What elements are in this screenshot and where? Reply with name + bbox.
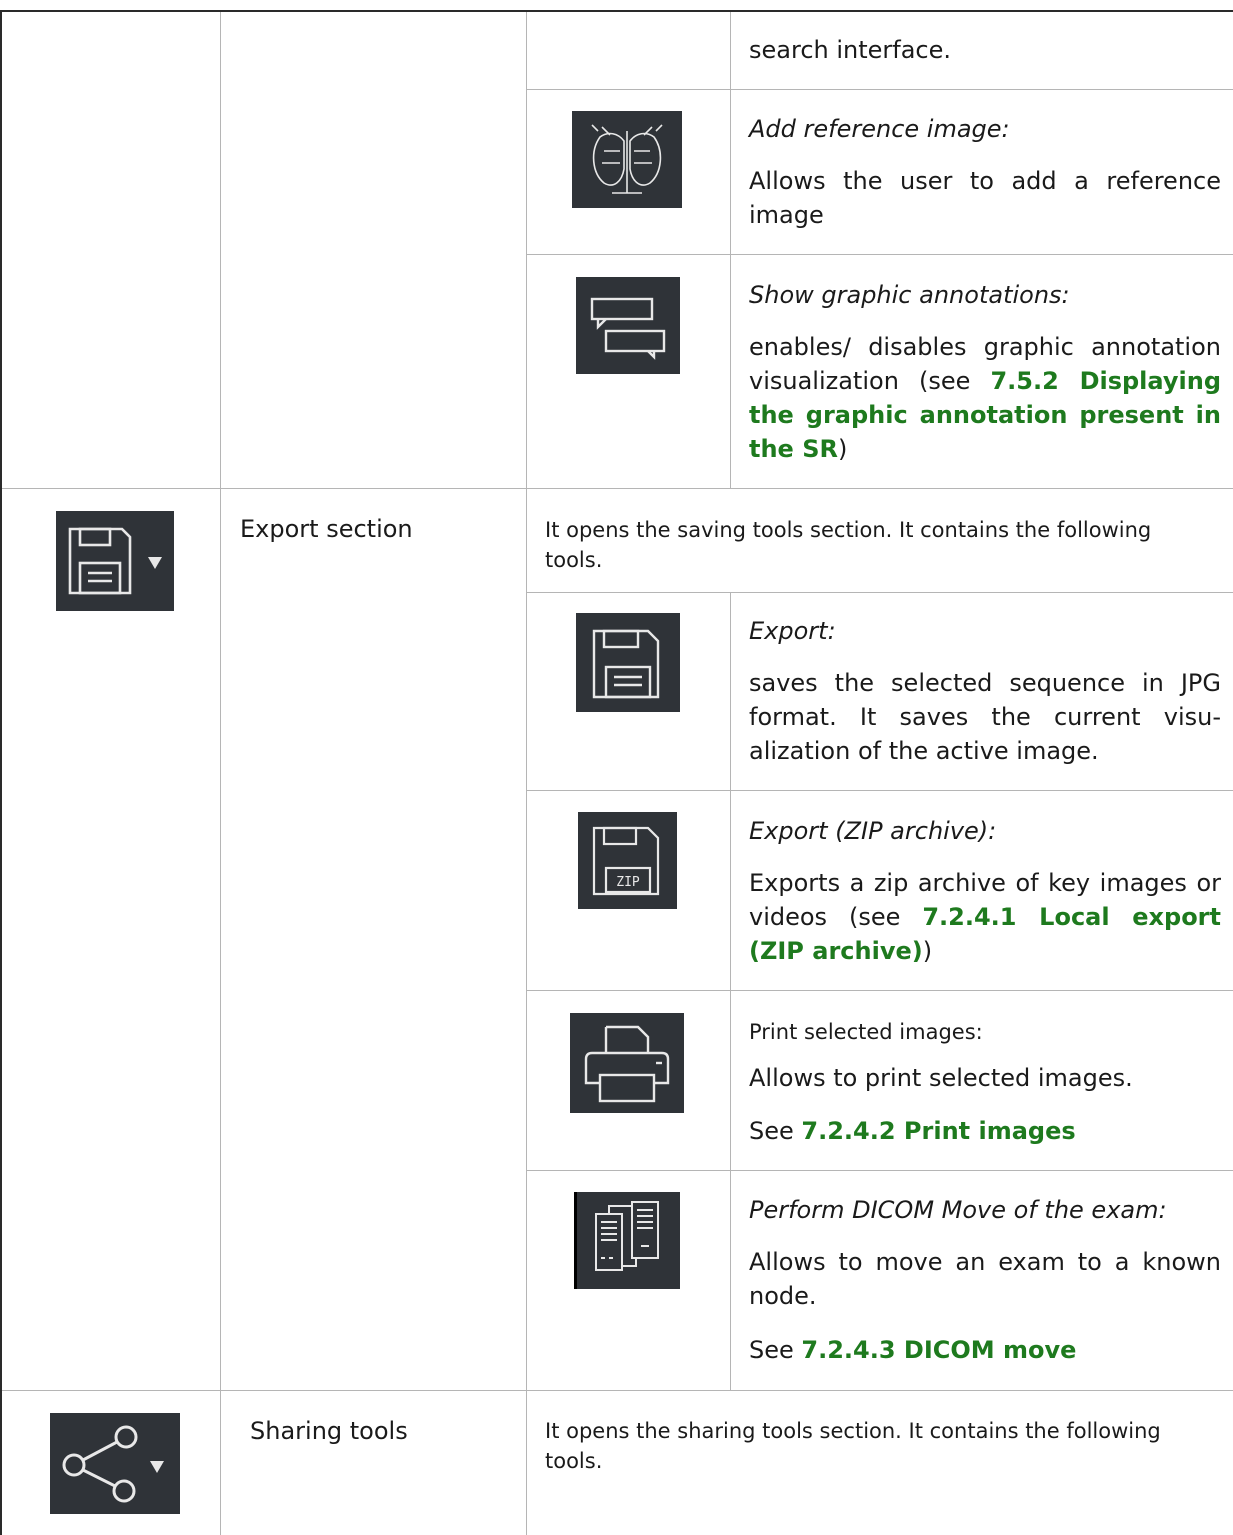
annotations-icon [576, 277, 680, 374]
dicom-move-see-text: See [749, 1336, 802, 1364]
save-zip-icon: ZIP [578, 812, 677, 909]
export-desc: saves the selected sequence in JPG forma… [749, 669, 1221, 765]
dicom-move-icon [574, 1192, 680, 1289]
save-dropdown-icon [56, 511, 174, 611]
sharing-tools-desc: It opens the sharing tools section. It c… [545, 1419, 1161, 1473]
save-icon [576, 613, 680, 712]
share-dropdown-icon [50, 1413, 180, 1514]
export-title: Export: [749, 617, 836, 645]
col-divider-3b [730, 592, 731, 1391]
add-reference-title: Add reference image: [749, 115, 1010, 143]
col-divider-1 [220, 12, 221, 1535]
row-divider [527, 89, 1233, 90]
row-divider [527, 790, 1233, 791]
reference-image-icon [572, 111, 682, 208]
col-divider-3a [730, 12, 731, 488]
dicom-move-see: See 7.2.4.3 DICOM move [749, 1333, 1221, 1367]
export-zip-desc: Exports a zip archive of key images or v… [749, 866, 1221, 968]
row-divider [527, 1170, 1233, 1171]
dicom-move-desc: Allows to move an exam to a known node. [749, 1248, 1221, 1310]
sharing-tools-name: Sharing tools [250, 1417, 408, 1445]
export-section-desc: It opens the saving tools section. It co… [545, 518, 1152, 572]
printer-icon [570, 1013, 684, 1113]
print-see-text: See [749, 1117, 802, 1145]
col-divider-2 [526, 12, 527, 1535]
dicom-move-link[interactable]: 7.2.4.3 DICOM move [801, 1336, 1076, 1364]
export-zip-title: Export (ZIP archive): [749, 817, 997, 845]
print-link[interactable]: 7.2.4.2 Print images [801, 1117, 1075, 1145]
annotations-title: Show graphic annotations: [749, 281, 1070, 309]
print-desc: Allows to print selected images. [749, 1064, 1133, 1092]
export-zip-desc-close: ) [922, 937, 933, 965]
row-divider [527, 592, 1233, 593]
export-section-name: Export section [240, 515, 413, 543]
row-divider [527, 254, 1233, 255]
table-top-border [0, 10, 1233, 12]
search-interface-text: search interface. [749, 36, 952, 64]
row-divider [527, 990, 1233, 991]
print-title: Print selected images: [749, 1020, 983, 1044]
annotations-desc-close: ) [837, 435, 848, 463]
dicom-move-title: Perform DICOM Move of the exam: [749, 1196, 1167, 1224]
annotations-desc: enables/ disables graphic annotation vis… [749, 330, 1221, 466]
row-divider [2, 1390, 1233, 1391]
table-left-border [0, 10, 2, 1535]
zip-icon-label: ZIP [616, 875, 640, 890]
add-reference-desc: Allows the user to add a reference image [749, 167, 1221, 229]
row-divider [2, 488, 1233, 489]
print-see: See 7.2.4.2 Print images [749, 1114, 1221, 1148]
